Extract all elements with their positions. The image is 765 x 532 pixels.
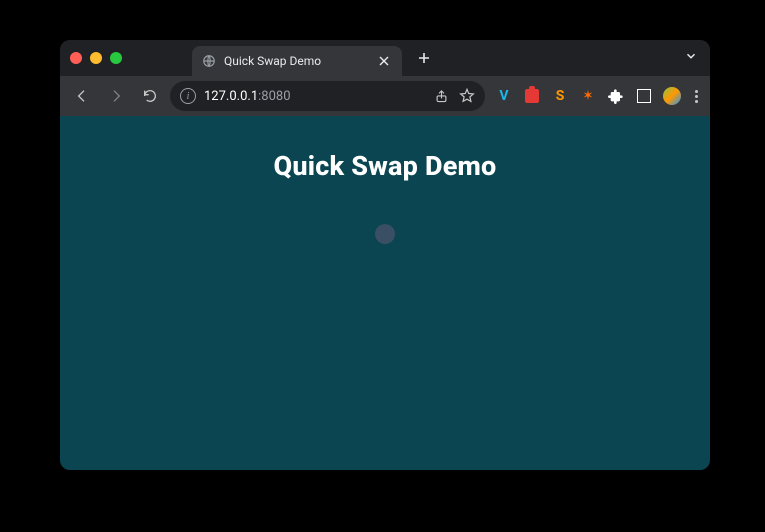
lock-extension-icon[interactable] xyxy=(523,87,541,105)
tab-close-button[interactable] xyxy=(376,53,392,69)
address-actions xyxy=(433,88,475,104)
page-title: Quick Swap Demo xyxy=(274,150,497,182)
swap-dot xyxy=(375,224,395,244)
new-tab-button[interactable] xyxy=(412,46,436,70)
tab-title: Quick Swap Demo xyxy=(224,54,368,68)
extension-icons: V S ✶ xyxy=(495,87,702,105)
extensions-puzzle-icon[interactable] xyxy=(607,87,625,105)
page-content: Quick Swap Demo xyxy=(60,116,710,470)
browser-tab[interactable]: Quick Swap Demo xyxy=(192,46,402,76)
vimeo-extension-icon[interactable]: V xyxy=(495,87,513,105)
browser-window: Quick Swap Demo i 127.0.0.1:8080 xyxy=(60,40,710,470)
site-info-icon[interactable]: i xyxy=(180,88,196,104)
window-maximize-button[interactable] xyxy=(110,52,122,64)
chevron-down-icon[interactable] xyxy=(684,49,698,67)
url-port: :8080 xyxy=(258,89,290,104)
window-close-button[interactable] xyxy=(70,52,82,64)
spark-extension-icon[interactable]: ✶ xyxy=(579,87,597,105)
forward-button[interactable] xyxy=(102,82,130,110)
globe-icon xyxy=(202,54,216,68)
reload-button[interactable] xyxy=(136,82,164,110)
titlebar: Quick Swap Demo xyxy=(60,40,710,76)
share-icon[interactable] xyxy=(433,88,449,104)
s-extension-icon[interactable]: S xyxy=(551,87,569,105)
window-minimize-button[interactable] xyxy=(90,52,102,64)
window-controls xyxy=(70,52,122,64)
url-text: 127.0.0.1:8080 xyxy=(204,89,291,104)
address-bar[interactable]: i 127.0.0.1:8080 xyxy=(170,81,485,111)
bookmark-star-icon[interactable] xyxy=(459,88,475,104)
back-button[interactable] xyxy=(68,82,96,110)
browser-menu-button[interactable] xyxy=(691,90,702,103)
tab-overflow xyxy=(684,40,698,76)
url-host: 127.0.0.1 xyxy=(204,89,258,104)
profile-avatar[interactable] xyxy=(663,87,681,105)
panel-extension-icon[interactable] xyxy=(635,87,653,105)
toolbar: i 127.0.0.1:8080 V S ✶ xyxy=(60,76,710,116)
